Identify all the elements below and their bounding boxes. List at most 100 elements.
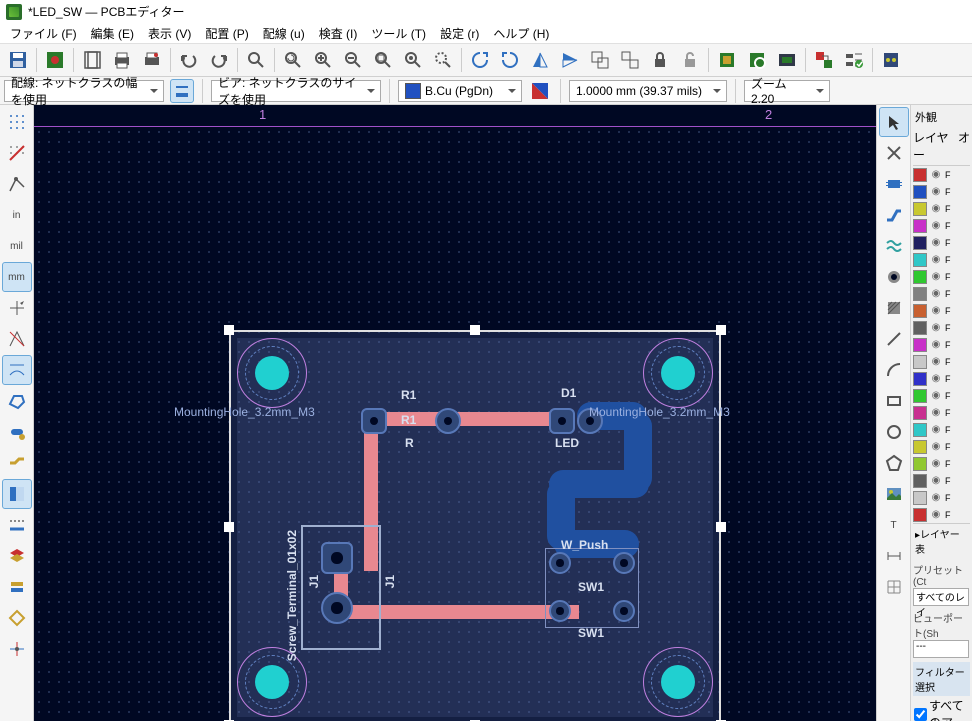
- rotate-ccw-icon[interactable]: [466, 46, 494, 74]
- add-via-icon[interactable]: [879, 262, 909, 292]
- pad-r1-1[interactable]: [361, 408, 387, 434]
- units-mil[interactable]: mil: [2, 231, 32, 261]
- filter-all[interactable]: すべてのア: [913, 696, 970, 721]
- eye-icon[interactable]: ◉: [929, 219, 943, 233]
- zoom-out-icon[interactable]: [339, 46, 367, 74]
- update-pcb-icon[interactable]: [810, 46, 838, 74]
- polar-icon[interactable]: [2, 169, 32, 199]
- eye-icon[interactable]: ◉: [929, 508, 943, 522]
- add-image-icon[interactable]: [879, 479, 909, 509]
- outline-zones-icon[interactable]: [2, 386, 32, 416]
- flip-board-icon[interactable]: [2, 572, 32, 602]
- add-circle-icon[interactable]: [879, 417, 909, 447]
- plot-icon[interactable]: [138, 46, 166, 74]
- outline-pads-icon[interactable]: [2, 417, 32, 447]
- redo-icon[interactable]: [205, 46, 233, 74]
- layer-row[interactable]: ◉F: [913, 234, 970, 251]
- layer-row[interactable]: ◉F: [913, 353, 970, 370]
- eye-icon[interactable]: ◉: [929, 168, 943, 182]
- add-line-icon[interactable]: [879, 324, 909, 354]
- layer-row[interactable]: ◉F: [913, 319, 970, 336]
- menu-tools[interactable]: ツール (T): [365, 23, 432, 44]
- zoom-selection-icon[interactable]: [429, 46, 457, 74]
- pcb-canvas[interactable]: 1 2: [34, 105, 876, 721]
- zoom-fit-icon[interactable]: [369, 46, 397, 74]
- pad-j1-2[interactable]: [321, 592, 353, 624]
- menu-settings[interactable]: 設定 (r): [434, 23, 485, 44]
- layer-row[interactable]: ◉F: [913, 421, 970, 438]
- contrast-icon[interactable]: [2, 479, 32, 509]
- layer-row[interactable]: ◉F: [913, 166, 970, 183]
- tab-layers[interactable]: レイヤー: [913, 129, 954, 163]
- pad-r1-2[interactable]: [435, 408, 461, 434]
- layer-row[interactable]: ◉F: [913, 268, 970, 285]
- pad-d1-1[interactable]: [549, 408, 575, 434]
- undo-icon[interactable]: [175, 46, 203, 74]
- add-rect-icon[interactable]: [879, 386, 909, 416]
- footprint-viewer-icon[interactable]: [743, 46, 771, 74]
- grid-combo[interactable]: 1.0000 mm (39.37 mils): [569, 80, 727, 102]
- eye-icon[interactable]: ◉: [929, 457, 943, 471]
- pad-sw1-4[interactable]: [613, 600, 635, 622]
- units-mm[interactable]: mm: [2, 262, 32, 292]
- eye-icon[interactable]: ◉: [929, 406, 943, 420]
- zoom-in-icon[interactable]: [309, 46, 337, 74]
- ratsnest-icon[interactable]: [2, 324, 32, 354]
- mounting-hole-tr[interactable]: [643, 338, 713, 408]
- mounting-hole-tl[interactable]: [237, 338, 307, 408]
- menu-route[interactable]: 配線 (u): [257, 23, 311, 44]
- add-dimension-icon[interactable]: [879, 541, 909, 571]
- layer-row[interactable]: ◉F: [913, 370, 970, 387]
- menu-view[interactable]: 表示 (V): [142, 23, 197, 44]
- layer-row[interactable]: ◉F: [913, 438, 970, 455]
- units-in[interactable]: in: [2, 200, 32, 230]
- pad-sw1-2[interactable]: [613, 552, 635, 574]
- grid-dots-icon[interactable]: [2, 107, 32, 137]
- menu-inspect[interactable]: 検査 (I): [313, 23, 364, 44]
- layers-manager-icon[interactable]: [2, 541, 32, 571]
- pad-sw1-3[interactable]: [549, 600, 571, 622]
- add-poly-icon[interactable]: [879, 448, 909, 478]
- pad-sw1-1[interactable]: [549, 552, 571, 574]
- unlock-icon[interactable]: [676, 46, 704, 74]
- grid-override-icon[interactable]: [2, 138, 32, 168]
- ratsnest-curved-icon[interactable]: [2, 355, 32, 385]
- save-icon[interactable]: [4, 46, 32, 74]
- mirror-h-icon[interactable]: [556, 46, 584, 74]
- eye-icon[interactable]: ◉: [929, 236, 943, 250]
- eye-icon[interactable]: ◉: [929, 270, 943, 284]
- mirror-v-icon[interactable]: [526, 46, 554, 74]
- zoom-region-icon[interactable]: [399, 46, 427, 74]
- menu-help[interactable]: ヘルプ (H): [487, 23, 555, 44]
- layer-row[interactable]: ◉F: [913, 489, 970, 506]
- route-diff-icon[interactable]: [879, 231, 909, 261]
- print-icon[interactable]: [108, 46, 136, 74]
- eye-icon[interactable]: ◉: [929, 372, 943, 386]
- pad-j1-1[interactable]: [321, 542, 353, 574]
- group-icon[interactable]: [586, 46, 614, 74]
- layer-row[interactable]: ◉F: [913, 302, 970, 319]
- menu-edit[interactable]: 編集 (E): [85, 23, 140, 44]
- locked-items-icon[interactable]: [2, 603, 32, 633]
- lock-icon[interactable]: [646, 46, 674, 74]
- layer-row[interactable]: ◉F: [913, 387, 970, 404]
- origin-icon[interactable]: [2, 634, 32, 664]
- track-width-combo[interactable]: 配線: ネットクラスの幅を使用: [4, 80, 164, 102]
- layer-row[interactable]: ◉F: [913, 217, 970, 234]
- menu-place[interactable]: 配置 (P): [199, 23, 254, 44]
- eye-icon[interactable]: ◉: [929, 253, 943, 267]
- eye-icon[interactable]: ◉: [929, 321, 943, 335]
- cursor-shape-icon[interactable]: [2, 293, 32, 323]
- preset-combo[interactable]: すべてのレイ: [913, 588, 969, 606]
- layer-display-opts[interactable]: ▸レイヤー表: [913, 523, 970, 558]
- layer-row[interactable]: ◉F: [913, 183, 970, 200]
- net-colors-icon[interactable]: [2, 510, 32, 540]
- layer-row[interactable]: ◉F: [913, 251, 970, 268]
- layer-pair-icon[interactable]: [528, 79, 552, 103]
- select-tool-icon[interactable]: [879, 107, 909, 137]
- grid-icon[interactable]: [879, 572, 909, 602]
- eye-icon[interactable]: ◉: [929, 338, 943, 352]
- layer-row[interactable]: ◉F: [913, 200, 970, 217]
- add-zone-icon[interactable]: [879, 293, 909, 323]
- zoom-refresh-icon[interactable]: [279, 46, 307, 74]
